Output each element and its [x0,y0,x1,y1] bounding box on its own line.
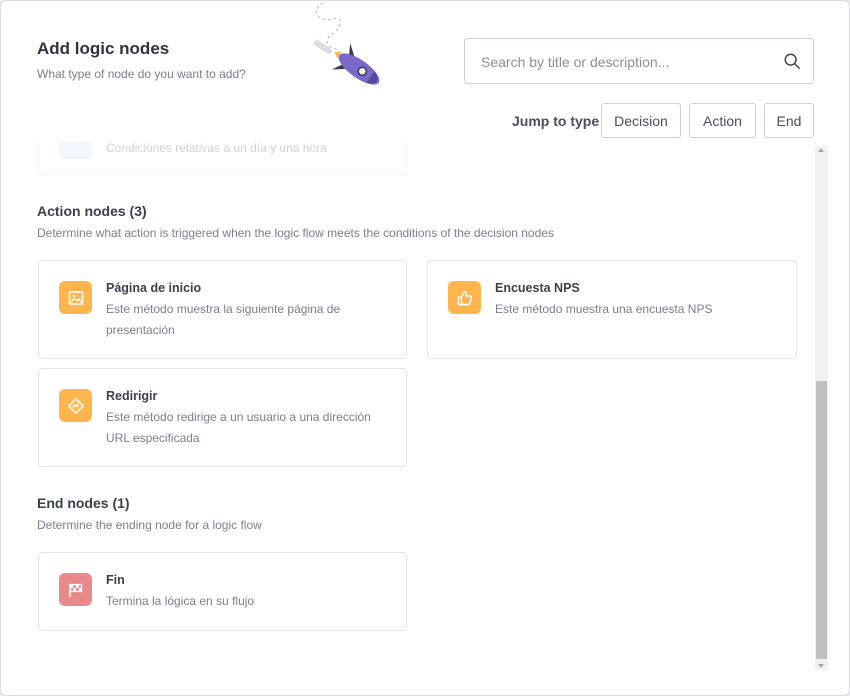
jump-end-button[interactable]: End [764,103,814,138]
action-node-card-start-page[interactable]: Página de inicio Este método muestra la … [38,260,407,359]
node-title: Fin [106,573,125,587]
modal-subtitle: What type of node do you want to add? [37,67,246,81]
modal-title: Add logic nodes [37,39,170,58]
node-title: Página de inicio [106,281,202,295]
thumbs-up-icon [448,281,481,314]
add-logic-nodes-modal: Add logic nodes What type of node do you… [0,0,850,696]
jump-decision-button[interactable]: Decision [601,103,681,138]
scrollbar-thumb[interactable] [816,381,827,659]
jump-action-button[interactable]: Action [689,103,756,138]
node-description: Este método redirige a un usuario a una … [106,410,371,445]
rocket-illustration-icon [314,2,380,85]
node-description: Este método muestra una encuesta NPS [495,302,713,316]
end-section-title: End nodes (1) [37,495,130,511]
node-title: Encuesta NPS [495,281,580,295]
action-section-title: Action nodes (3) [37,203,147,219]
jump-to-type-label: Jump to type [512,113,600,129]
node-description: Condiciones relativas a un día y una hor… [106,141,327,155]
node-title: Redirigir [106,389,158,403]
node-description: Termina la lógica en su flujo [106,594,255,608]
checkered-flag-icon [59,573,92,606]
calendar-icon [59,141,92,159]
end-section-description: Determine the ending node for a logic fl… [37,518,262,532]
action-node-card-redirect[interactable]: Redirigir Este método redirige a un usua… [38,368,407,467]
scroll-down-arrow-icon[interactable] [818,664,824,668]
decision-node-card-datetime[interactable]: Condiciones relativas a un día y una hor… [38,141,407,175]
search-input[interactable] [479,39,773,85]
node-description: Este método muestra la siguiente página … [106,302,341,337]
search-box[interactable] [464,38,814,85]
node-list: Condiciones relativas a un día y una hor… [1,141,813,671]
scrollbar[interactable] [815,146,828,670]
action-node-card-nps-survey[interactable]: Encuesta NPS Este método muestra una enc… [427,260,797,359]
scroll-up-arrow-icon[interactable] [818,148,824,152]
action-section-description: Determine what action is triggered when … [37,226,554,240]
image-icon [59,281,92,314]
search-icon[interactable] [783,52,801,70]
end-node-card-fin[interactable]: Fin Termina la lógica en su flujo [38,552,407,631]
redirect-icon [59,389,92,422]
